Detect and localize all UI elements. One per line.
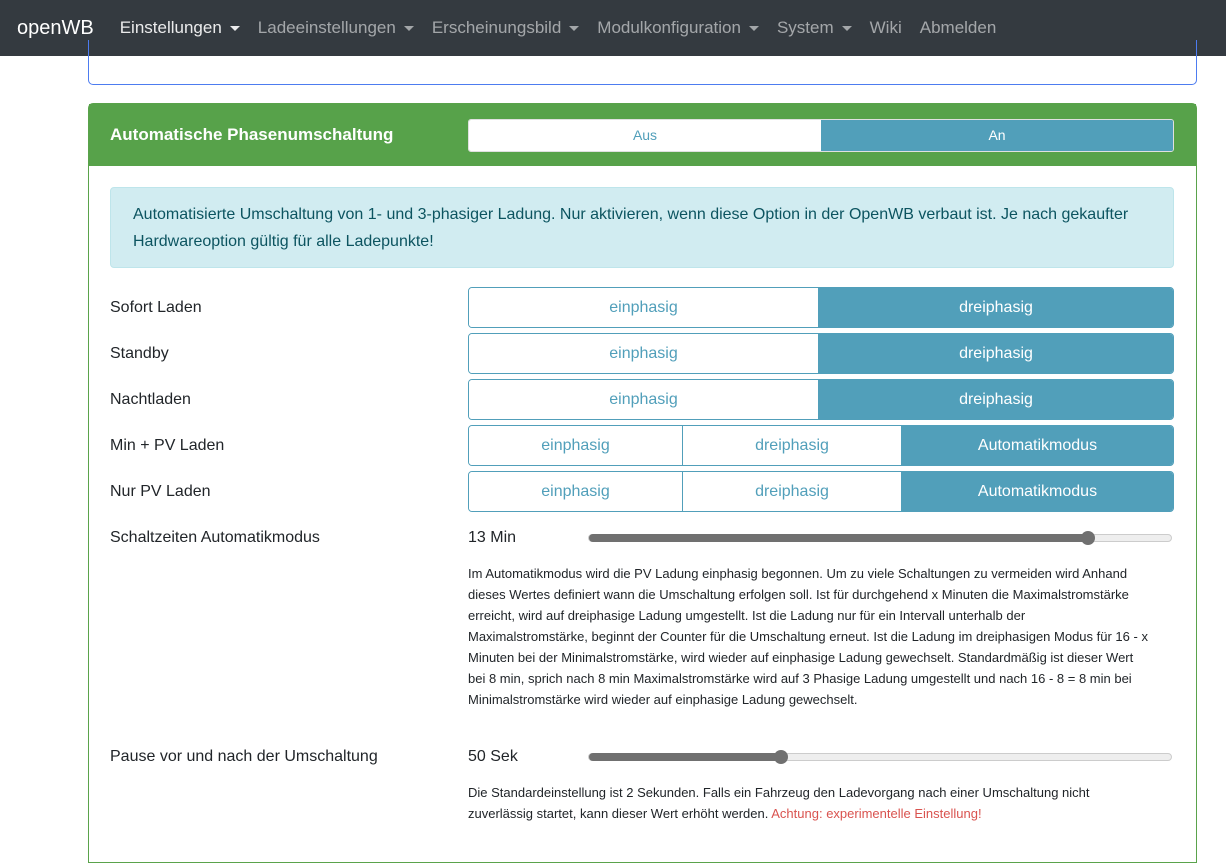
- caret-down-icon: [748, 25, 759, 31]
- nav-wiki[interactable]: Wiki: [870, 18, 902, 38]
- nav-label: Erscheinungsbild: [431, 18, 562, 37]
- warning-text: Achtung: experimentelle Einstellung!: [771, 806, 982, 821]
- phase-button-group: einphasig dreiphasig Automatikmodus: [468, 471, 1174, 512]
- row-schaltzeiten: Schaltzeiten Automatikmodus 13 Min: [110, 517, 1174, 558]
- caret-down-icon: [403, 25, 414, 31]
- option-einphasig[interactable]: einphasig: [469, 288, 818, 327]
- row-nachtladen: Nachtladen einphasig dreiphasig: [110, 379, 1174, 420]
- card-header: Automatische Phasenumschaltung Aus An: [89, 104, 1196, 166]
- phase-button-group: einphasig dreiphasig Automatikmodus: [468, 425, 1174, 466]
- nav-system[interactable]: System: [777, 18, 852, 38]
- option-dreiphasig[interactable]: dreiphasig: [682, 426, 901, 465]
- nav-einstellungen[interactable]: Einstellungen: [120, 18, 240, 38]
- option-einphasig[interactable]: einphasig: [469, 380, 818, 419]
- phase-button-group: einphasig dreiphasig: [468, 287, 1174, 328]
- slider-fill: [589, 533, 1088, 542]
- slider-thumb[interactable]: [1080, 530, 1095, 545]
- nav-ladeeinstellungen[interactable]: Ladeeinstellungen: [258, 18, 414, 38]
- option-einphasig[interactable]: einphasig: [469, 472, 682, 511]
- nav-modulkonfiguration[interactable]: Modulkonfiguration: [597, 18, 759, 38]
- phase-switch-toggle: Aus An: [468, 118, 1174, 152]
- row-label: Standby: [110, 344, 169, 362]
- brand-logo[interactable]: openWB: [17, 17, 94, 40]
- slider-value: 50 Sek: [468, 747, 518, 765]
- pause-slider[interactable]: [588, 749, 1172, 764]
- row-label: Nur PV Laden: [110, 482, 211, 500]
- row-sofort-laden: Sofort Laden einphasig dreiphasig: [110, 287, 1174, 328]
- row-label: Nachtladen: [110, 390, 191, 408]
- phase-button-group: einphasig dreiphasig: [468, 333, 1174, 374]
- card-title: Automatische Phasenumschaltung: [110, 125, 394, 144]
- toggle-on-button[interactable]: An: [821, 119, 1173, 151]
- nav-label: Einstellungen: [119, 18, 222, 37]
- row-standby: Standby einphasig dreiphasig: [110, 333, 1174, 374]
- phase-switch-card: Automatische Phasenumschaltung Aus An Au…: [88, 103, 1197, 863]
- row-nur-pv-laden: Nur PV Laden einphasig dreiphasig Automa…: [110, 471, 1174, 512]
- previous-card: [88, 40, 1197, 85]
- switch-time-help: Im Automatikmodus wird die PV Ladung ein…: [468, 566, 1148, 707]
- nav-label: System: [776, 18, 834, 37]
- row-min-pv-laden: Min + PV Laden einphasig dreiphasig Auto…: [110, 425, 1174, 466]
- option-automatikmodus[interactable]: Automatikmodus: [901, 472, 1173, 511]
- option-dreiphasig[interactable]: dreiphasig: [818, 288, 1173, 327]
- option-dreiphasig[interactable]: dreiphasig: [818, 380, 1173, 419]
- nav-label: Modulkonfiguration: [597, 18, 741, 37]
- switch-time-slider[interactable]: [588, 530, 1172, 545]
- row-pause: Pause vor und nach der Umschaltung 50 Se…: [110, 736, 1174, 777]
- option-einphasig[interactable]: einphasig: [469, 426, 682, 465]
- option-dreiphasig[interactable]: dreiphasig: [818, 334, 1173, 373]
- option-einphasig[interactable]: einphasig: [469, 334, 818, 373]
- toggle-off-button[interactable]: Aus: [469, 119, 821, 151]
- option-dreiphasig[interactable]: dreiphasig: [682, 472, 901, 511]
- row-label: Pause vor und nach der Umschaltung: [110, 747, 378, 765]
- caret-down-icon: [841, 25, 852, 31]
- row-label: Min + PV Laden: [110, 436, 225, 454]
- slider-thumb[interactable]: [774, 749, 789, 764]
- row-label: Sofort Laden: [110, 298, 202, 316]
- nav-abmelden[interactable]: Abmelden: [920, 18, 997, 38]
- info-alert: Automatisierte Umschaltung von 1- und 3-…: [110, 187, 1174, 268]
- caret-down-icon: [229, 25, 240, 31]
- caret-down-icon: [569, 25, 580, 31]
- option-automatikmodus[interactable]: Automatikmodus: [901, 426, 1173, 465]
- nav-erscheinungsbild[interactable]: Erscheinungsbild: [431, 18, 580, 38]
- slider-fill: [589, 752, 782, 761]
- slider-value: 13 Min: [468, 528, 517, 546]
- phase-button-group: einphasig dreiphasig: [468, 379, 1174, 420]
- row-label: Schaltzeiten Automatikmodus: [110, 528, 320, 546]
- pause-help: Die Standardeinstellung ist 2 Sekunden. …: [468, 782, 1148, 824]
- nav-label: Ladeeinstellungen: [257, 18, 396, 37]
